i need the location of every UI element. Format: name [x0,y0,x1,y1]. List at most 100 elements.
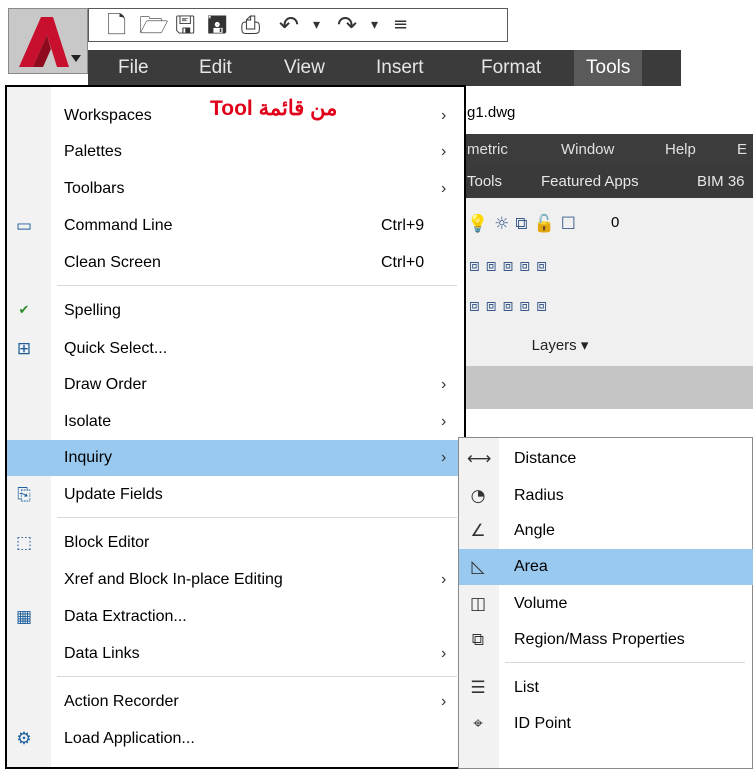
command-line-icon: ▭ [15,216,33,236]
spelling-icon: ✔ [18,303,30,318]
menu-item-update-fields[interactable]: ⎘ Update Fields [7,477,464,513]
menu-item-quick-select[interactable]: ⊞ Quick Select... [7,331,464,367]
menu-insert[interactable]: Insert [376,50,424,86]
menu-parametric[interactable]: metric [467,134,508,166]
submenu-arrow-icon: › [441,571,447,588]
submenu-item-list[interactable]: ☰ List [459,670,753,706]
menu-item-inquiry[interactable]: Inquiry › [7,440,464,476]
submenu-item-region-mass-properties[interactable]: ⧉ Region/Mass Properties [459,622,753,658]
menu-item-block-editor[interactable]: ⬚ Block Editor [7,525,464,561]
menu-item-xref-in-place-editing[interactable]: Xref and Block In-place Editing › [7,562,464,598]
menu-item-data-links[interactable]: Data Links › [7,636,464,672]
list-icon: ☰ [470,678,486,698]
open-icon[interactable]: 🗁 [139,13,169,37]
quick-select-icon: ⊞ [16,339,32,359]
document-title: g1.dwg [467,104,516,121]
submenu-item-distance[interactable]: ⟷ Distance [459,441,753,477]
submenu-item-label: Region/Mass Properties [514,631,685,648]
undo-icon[interactable]: ↶ [279,13,299,37]
dropdown-icon[interactable]: ▾ [371,13,378,37]
submenu-arrow-icon: › [441,449,447,466]
submenu-item-radius[interactable]: ◔ Radius [459,478,753,514]
menu-item-label: Quick Select... [64,340,168,357]
menu-file[interactable]: File [118,50,149,86]
customize-icon[interactable]: ≡ [393,13,408,37]
menu-item-command-line[interactable]: ▭ Command Line Ctrl+9 [7,208,464,244]
menu-item-label: Draw Order [64,376,147,393]
menu-item-label: Clean Screen [64,254,161,271]
submenu-arrow-icon: › [441,376,447,393]
menu-item-label: Block Editor [64,534,150,551]
application-menu-button[interactable] [8,8,88,74]
print-icon[interactable]: ⎙ [241,13,260,37]
menu-item-action-recorder[interactable]: Action Recorder › [7,684,464,720]
angle-icon: ∠ [470,521,486,541]
menu-format[interactable]: Format [481,50,541,86]
save-as-icon[interactable]: 🖪 [207,13,227,37]
menu-item-label: Isolate [64,413,112,430]
menu-item-palettes[interactable]: Palettes › [7,134,464,170]
menu-item-clean-screen[interactable]: Clean Screen Ctrl+0 [7,245,464,281]
submenu-item-area[interactable]: ◺ Area [459,549,753,585]
arabic-annotation: من قائمة Tool [210,97,338,120]
menu-item-shortcut: Ctrl+0 [381,254,425,271]
menu-bar: File Edit View Insert Format Tools [88,50,681,86]
submenu-item-angle[interactable]: ∠ Angle [459,513,753,549]
submenu-item-label: Area [514,558,548,575]
menu-item-label: Palettes [64,143,122,160]
submenu-item-id-point[interactable]: ⌖ ID Point [459,706,753,742]
autocad-logo-icon [19,17,81,67]
data-extraction-icon: ▦ [15,607,33,627]
menu-item-toolbars[interactable]: Toolbars › [7,171,464,207]
menu-separator [57,517,457,518]
menu-edit[interactable]: Edit [199,50,232,86]
dropdown-icon[interactable]: ▾ [313,13,320,37]
window-menu-bar: metric Window Help E [465,134,753,166]
submenu-arrow-icon: › [441,143,447,160]
layer-state-icons[interactable]: 💡☼⧉🔓☐ [467,214,582,234]
tab-tools[interactable]: Tools [467,166,502,198]
menu-express[interactable]: E [737,134,747,166]
save-icon[interactable]: 🖫 [175,13,195,37]
menu-item-draw-order[interactable]: Draw Order › [7,367,464,403]
layer-name[interactable]: 0 [611,214,619,231]
menu-item-label: Command Line [64,217,173,234]
id-point-icon: ⌖ [473,714,483,734]
menu-item-label: Action Recorder [64,693,179,710]
submenu-item-volume[interactable]: ◫ Volume [459,586,753,622]
region-mass-properties-icon: ⧉ [471,630,485,650]
layer-tool-icons-row2[interactable]: ⧈⧈⧈⧈⧈ [469,296,553,316]
layer-tool-icons-row1[interactable]: ⧈⧈⧈⧈⧈ [469,256,553,276]
menu-item-label: Spelling [64,302,121,319]
volume-icon: ◫ [469,594,487,614]
menu-window[interactable]: Window [561,134,614,166]
layers-panel-label[interactable]: Layers ▾ [470,336,650,354]
menu-item-isolate[interactable]: Isolate › [7,404,464,440]
menu-tools[interactable]: Tools [574,50,643,86]
submenu-arrow-icon: › [441,180,447,197]
redo-icon[interactable]: ↷ [337,13,357,37]
submenu-separator [505,662,745,663]
menu-help[interactable]: Help [665,134,696,166]
menu-item-label: Data Links [64,645,140,662]
menu-item-label: Data Extraction... [64,608,187,625]
new-icon[interactable]: 🗋 [107,13,126,37]
distance-icon: ⟷ [467,449,492,469]
submenu-item-label: Radius [514,487,564,504]
update-fields-icon: ⎘ [17,485,31,505]
submenu-item-label: Distance [514,450,577,467]
menu-item-label: Workspaces [64,107,152,124]
submenu-item-label: ID Point [514,715,571,732]
menu-item-shortcut: Ctrl+9 [381,217,425,234]
load-application-icon: ⚙ [16,729,32,749]
menu-item-spelling[interactable]: ✔ Spelling [7,293,464,329]
quick-access-toolbar: 🗋 🗁 🖫 🖪 ⎙ ↶ ▾ ↷ ▾ ≡ [88,8,508,42]
file-tabs-bar [465,366,753,409]
menu-separator [57,285,457,286]
menu-item-data-extraction[interactable]: ▦ Data Extraction... [7,599,464,635]
block-editor-icon: ⬚ [15,533,33,553]
tab-featured-apps[interactable]: Featured Apps [541,166,639,198]
tab-bim-360[interactable]: BIM 36 [697,166,745,198]
menu-item-load-application[interactable]: ⚙ Load Application... [7,721,464,757]
menu-view[interactable]: View [284,50,325,86]
